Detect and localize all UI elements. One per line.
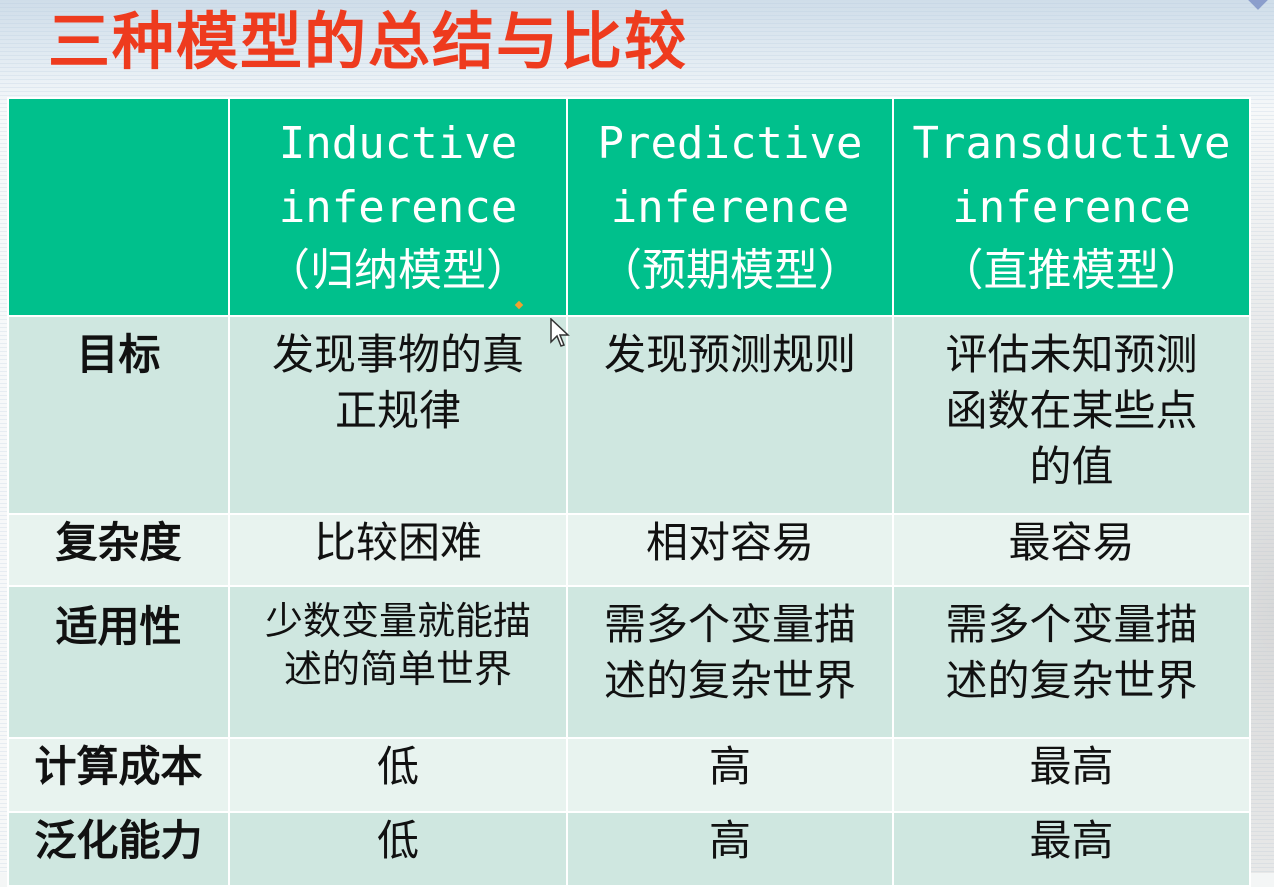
row-label-applicability: 适用性	[7, 585, 230, 739]
logo-icon	[1246, 0, 1270, 10]
cell-line: 述的复杂世界	[945, 656, 1198, 705]
cell-line: 评估未知预测	[945, 330, 1198, 379]
header-row: Inductive inference （归纳模型） Predictive in…	[7, 97, 1251, 317]
table-row-goal: 目标 发现事物的真 正规律 发现预测规则 评估未知预测 函数在某些点 的值	[7, 315, 1251, 515]
cell-goal-predictive: 发现预测规则	[566, 315, 894, 515]
header-zh: （预期模型）	[598, 245, 862, 296]
cell-generalization-predictive: 高	[566, 811, 894, 887]
header-en-line2: inference	[610, 182, 850, 233]
cell-generalization-inductive: 低	[228, 811, 568, 887]
row-label-goal: 目标	[7, 315, 230, 515]
table-row-applicability: 适用性 少数变量就能描 述的简单世界 需多个变量描 述的复杂世界 需多个变量描 …	[7, 585, 1251, 739]
cell-cost-predictive: 高	[566, 737, 894, 813]
table-row-complexity: 复杂度 比较困难 相对容易 最容易	[7, 513, 1251, 587]
cell-applicability-transductive: 需多个变量描 述的复杂世界	[892, 585, 1251, 739]
cell-goal-inductive: 发现事物的真 正规律	[228, 315, 568, 515]
cell-line: 需多个变量描	[603, 600, 856, 649]
cell-line: 需多个变量描	[945, 600, 1198, 649]
table-row-cost: 计算成本 低 高 最高	[7, 737, 1251, 813]
table-row-generalization: 泛化能力 低 高 最高	[7, 811, 1251, 887]
cell-applicability-predictive: 需多个变量描 述的复杂世界	[566, 585, 894, 739]
header-en-line2: inference	[278, 182, 518, 233]
header-en-line1: Inductive	[278, 118, 518, 169]
mouse-pointer-icon	[550, 318, 570, 347]
header-predictive: Predictive inference （预期模型）	[566, 97, 894, 317]
cell-line: 正规律	[334, 386, 461, 435]
comparison-table: Inductive inference （归纳模型） Predictive in…	[7, 97, 1251, 887]
cell-line: 述的简单世界	[283, 647, 512, 691]
cell-cost-inductive: 低	[228, 737, 568, 813]
cell-cost-transductive: 最高	[892, 737, 1251, 813]
cell-complexity-inductive: 比较困难	[228, 513, 568, 587]
cell-goal-transductive: 评估未知预测 函数在某些点 的值	[892, 315, 1251, 515]
cell-generalization-transductive: 最高	[892, 811, 1251, 887]
cell-line: 发现预测规则	[603, 330, 856, 379]
row-label-generalization: 泛化能力	[7, 811, 230, 887]
cell-complexity-predictive: 相对容易	[566, 513, 894, 587]
cell-line: 发现事物的真	[271, 330, 524, 379]
header-en-line1: Transductive	[912, 118, 1231, 169]
header-inductive: Inductive inference （归纳模型）	[228, 97, 568, 317]
header-zh: （归纳模型）	[266, 245, 530, 296]
row-label-complexity: 复杂度	[7, 513, 230, 587]
header-zh: （直推模型）	[939, 245, 1204, 296]
header-transductive: Transductive inference （直推模型）	[892, 97, 1251, 317]
header-corner-cell	[7, 97, 230, 317]
header-en-line2: inference	[952, 182, 1191, 233]
cell-line: 函数在某些点	[945, 386, 1198, 435]
logo	[1066, 0, 1274, 14]
cell-line: 述的复杂世界	[603, 656, 856, 705]
row-label-cost: 计算成本	[7, 737, 230, 813]
cell-complexity-transductive: 最容易	[892, 513, 1251, 587]
cell-line: 少数变量就能描	[264, 599, 531, 643]
header-en-line1: Predictive	[597, 118, 863, 169]
slide-title: 三种模型的总结与比较	[48, 5, 689, 78]
cell-applicability-inductive: 少数变量就能描 述的简单世界	[228, 585, 568, 739]
cell-line: 的值	[1029, 442, 1114, 491]
